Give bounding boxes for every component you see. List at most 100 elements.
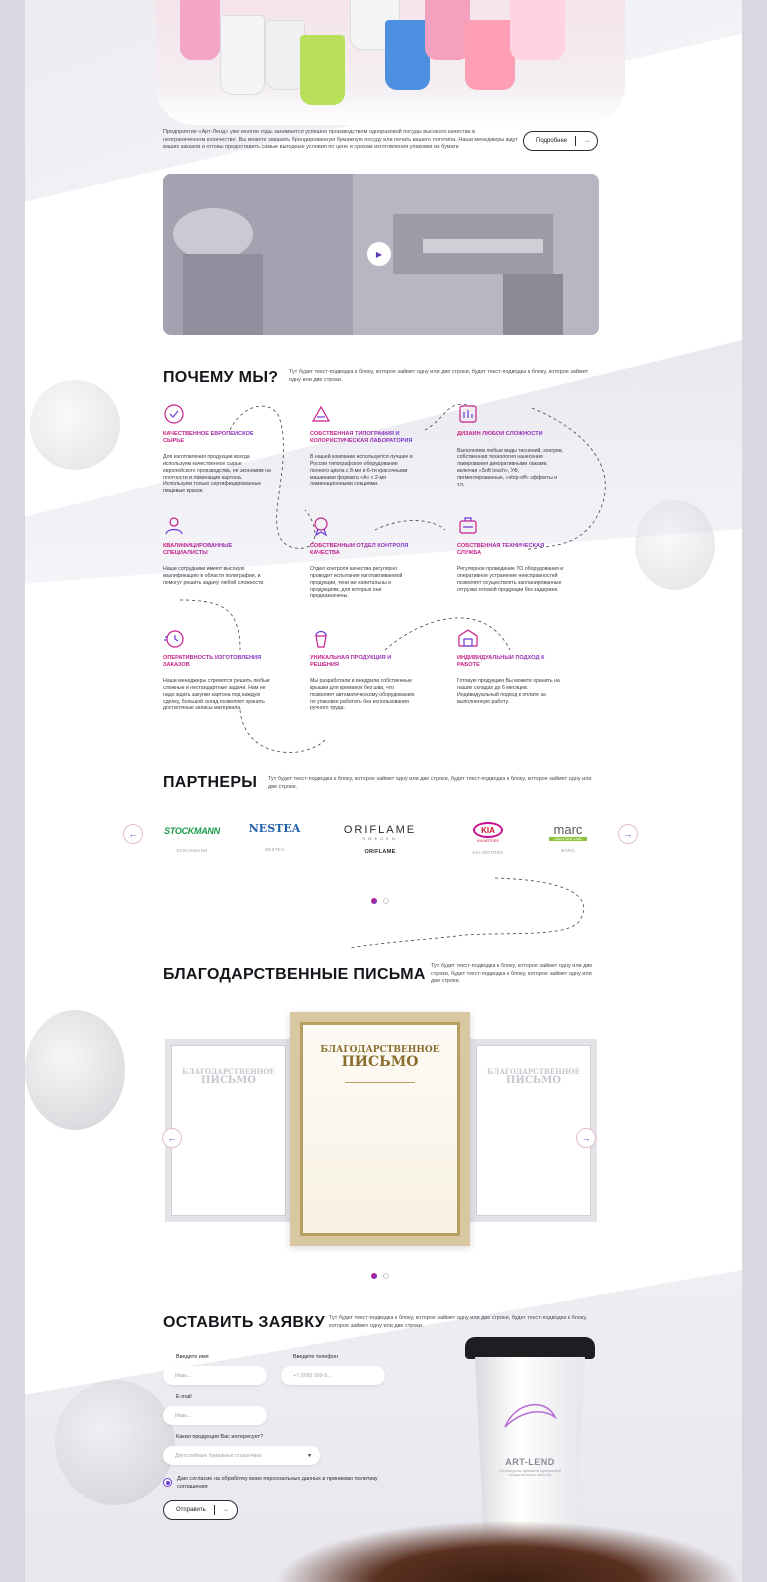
letter-main[interactable]: БЛАГОДАРСТВЕННОЕ ПИСЬМО [290,1012,470,1246]
slider-dot-active[interactable] [371,1273,377,1279]
timer-icon [164,630,184,648]
feature-text: Наши сотрудники имеют высокую квалификац… [163,566,265,586]
slider-dot[interactable] [383,1273,389,1279]
partner-logo-text: NESTEA [248,822,301,835]
letters-next-button[interactable]: → [576,1128,596,1148]
coffee-beans-image [275,1520,742,1582]
specialists-icon [165,517,183,535]
arrow-right-icon: → [222,1507,229,1513]
letter-heading-line2: ПИСЬМО [201,1075,256,1086]
feature-title: ДИЗАЙН ЛЮБОЙ СЛОЖНОСТИ [457,431,565,438]
feature-title: КВАЛИФИЦИРОВАННЫЕ СПЕЦИАЛИСТЫ [163,543,271,556]
feature-text: Для изготовления продукции всегда исполь… [163,454,271,495]
lab-icon [311,405,331,422]
feature-title: СОБСТВЕННАЯ ТЕХНИЧЕСКАЯ СЛУЖБА [457,543,565,556]
product-select-value: Двухслойные бумажные стаканчики [175,1452,262,1459]
feature-item: ИНДИВИДУАЛЬНЫЙ ПОДХОД К РАБОТЕ Готовую п… [457,627,565,705]
arrow-right-icon: → [581,1133,591,1143]
feature-title: УНИКАЛЬНАЯ ПРОДУКЦИЯ И РЕШЕНИЯ [310,655,418,668]
ice-cream-icon [315,630,327,648]
feature-item: СОБСТВЕННАЯ ТЕХНИЧЕСКАЯ СЛУЖБА Регулярно… [457,515,565,593]
arrow-left-icon: ← [167,1133,177,1143]
feature-text: Готовую продукцию Вы можете хранить на н… [457,678,560,705]
feature-text: Отдел контроля качества регулярно провод… [310,566,403,600]
feature-title: СОБСТВЕННЫЙ ОТДЕЛ КОНТРОЛЯ КАЧЕСТВА [310,543,418,556]
name-label: Введите имя [176,1354,209,1360]
letter-heading: БЛАГОДАРСТВЕННОЕ ПИСЬМО [300,1044,460,1070]
letters-prev-button[interactable]: ← [162,1128,182,1148]
letter-ornament [345,1082,415,1083]
letters-subtitle: Тут будет текст-подводка к блоку, которо… [431,963,593,984]
product-label: Какая продукция Вас интересует? [176,1434,264,1440]
partners-title: ПАРТНЕРЫ [163,774,258,791]
landing-page: Предприятие «Арт-Ленд» уже многие годы з… [25,0,742,1582]
feature-item: ОПЕРАТИВНОСТЬ ИЗГОТОВЛЕНИЯ ЗАКАЗОВ Наши … [163,627,271,712]
feature-text: Регулярное проведение ТО оборудования и … [457,566,564,593]
submit-button-label: Отправить [176,1507,206,1513]
partner-logo-text: STOCKMANN [164,826,220,836]
cup-tagline: Производство бумажной одноразовой посуды… [499,1469,561,1477]
consent-text: Даю согласие на обработку моих персональ… [177,1476,378,1490]
feature-title: СОБСТВЕННАЯ ТИПОГРАФИЯ И КОЛОРИСТИЧЕСКАЯ… [310,431,418,444]
partner-logo-marc[interactable]: marc HAIR & SKIN CARE MARC [543,822,593,853]
consent-checkbox[interactable] [163,1478,172,1487]
letter-thumbnail[interactable]: БЛАГОДАРСТВЕННОЕ ПИСЬМО [165,1039,292,1222]
letter-heading: БЛАГОДАРСТВЕННОЕ ПИСЬМО [476,1067,591,1086]
partners-prev-button[interactable]: ← [123,824,143,844]
feature-text: Наши менеджеры стремятся решить любые сл… [163,678,270,712]
quality-material-icon [164,404,184,424]
feature-item: СОБСТВЕННЫЙ ОТДЕЛ КОНТРОЛЯ КАЧЕСТВА Отде… [310,515,418,600]
arrow-right-icon: → [623,829,633,839]
email-label: E-mail [176,1394,192,1400]
cup-body [475,1357,585,1537]
partner-logo-sub: HAIR & SKIN CARE [549,837,587,841]
partner-caption: KIA MOTORS [472,850,504,855]
email-input[interactable]: Иван... [163,1406,267,1425]
feature-title: ОПЕРАТИВНОСТЬ ИЗГОТОВЛЕНИЯ ЗАКАЗОВ [163,655,271,668]
letters-title: БЛАГОДАРСТВЕННЫЕ ПИСЬМА [163,966,426,983]
feature-text: Выполняем любые виды тиснений, конгрев, … [457,447,564,488]
button-separator [213,1505,215,1515]
feature-item: УНИКАЛЬНАЯ ПРОДУКЦИЯ И РЕШЕНИЯ Мы разраб… [310,627,418,712]
phone-input[interactable]: +7 (990) 999-9... [281,1366,385,1385]
feature-title: КАЧЕСТВЕННОЕ ЕВРОПЕЙСКОЕ СЫРЬЕ [163,431,271,444]
chevron-down-icon: ▼ [307,1452,312,1459]
warehouse-icon [458,629,478,647]
letter-heading: БЛАГОДАРСТВЕННОЕ ПИСЬМО [171,1067,286,1086]
name-input[interactable]: Иван... [163,1366,267,1385]
product-select[interactable]: Двухслойные бумажные стаканчики ▼ [163,1446,320,1465]
letter-heading-line2: ПИСЬМО [506,1075,561,1086]
partner-logo-text: ORIFLAME [343,824,417,836]
partner-logo-text: marc [553,822,583,837]
partners-next-button[interactable]: → [618,824,638,844]
tech-service-icon [459,517,477,534]
feature-item: СОБСТВЕННАЯ ТИПОГРАФИЯ И КОЛОРИСТИЧЕСКАЯ… [310,403,418,488]
cup-brand: ART-LEND [505,1457,555,1467]
partner-logo-kia[interactable]: KIA KIA MOTORS KIA MOTORS [463,822,513,855]
partner-logo-text: KIA [481,825,495,835]
partner-logo-nestea[interactable]: NESTEA NESTEA [247,822,302,852]
submit-button[interactable]: Отправить → [163,1500,238,1520]
partner-logo-sub: SWEDEN [362,836,398,841]
partner-caption: ORIFLAME [364,849,396,855]
quality-control-icon [314,517,328,537]
partner-logo-oriflame[interactable]: ORIFLAME SWEDEN ORIFLAME [335,824,425,855]
request-subtitle: Тут будет текст-подводка к блоку, которо… [329,1315,588,1329]
feature-text: В нашей компании используется лучшее в Р… [310,454,413,488]
decorative-lid [25,1010,125,1130]
decorative-lid [55,1380,175,1505]
feature-item: КАЧЕСТВЕННОЕ ЕВРОПЕЙСКОЕ СЫРЬЕ Для изгот… [163,403,271,495]
partners-subtitle: Тут будет текст-подводка к блоку, которо… [268,776,592,790]
partner-logo-sub: KIA MOTORS [477,839,499,843]
request-title: ОСТАВИТЬ ЗАЯВКУ [163,1314,325,1331]
phone-label: Введите телефон [293,1354,339,1360]
art-lend-logo-icon [504,1403,557,1428]
partner-caption: STOCKMANN [176,848,208,853]
partner-caption: MARC [560,848,576,853]
design-icon [459,405,477,423]
letter-heading-line2: ПИСЬМО [341,1054,419,1070]
partner-logo-stockmann[interactable]: STOCKMANN STOCKMANN [157,826,227,853]
feature-text: Мы разработали и внедрили собственные кр… [310,678,415,712]
partner-caption: NESTEA [264,847,285,852]
feature-item: ДИЗАЙН ЛЮБОЙ СЛОЖНОСТИ Выполняем любые в… [457,403,565,488]
